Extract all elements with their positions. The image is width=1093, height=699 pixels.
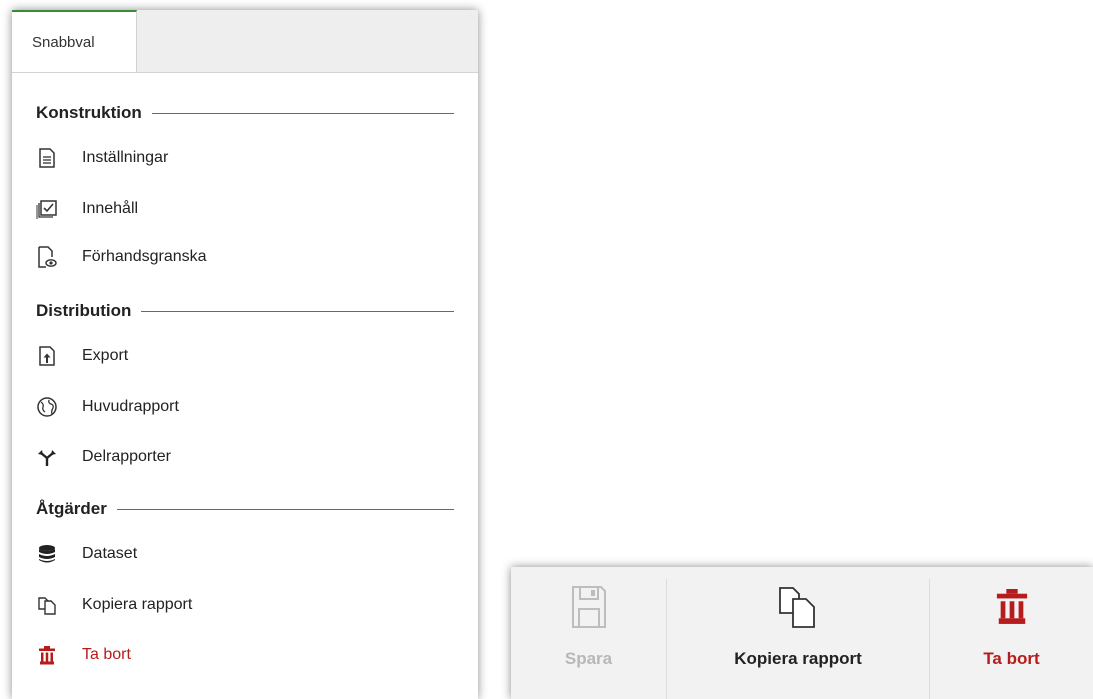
copy-report-button[interactable]: Kopiera rapport: [667, 567, 929, 699]
tab-bar: Snabbval: [12, 10, 478, 73]
menu-item-innehall[interactable]: Innehåll: [36, 196, 436, 222]
tab-label: Snabbval: [32, 34, 95, 51]
menu-item-label: Dataset: [82, 545, 138, 562]
section-distribution: Distribution: [36, 300, 454, 322]
menu-item-label: Huvudrapport: [82, 398, 179, 415]
save-button[interactable]: Spara: [511, 567, 666, 699]
menu-item-kopiera-rapport[interactable]: Kopiera rapport: [36, 592, 436, 618]
section-title: Distribution: [36, 301, 132, 320]
menu-item-label: Export: [82, 347, 129, 364]
menu-item-label: Förhandsgranska: [82, 248, 207, 265]
section-konstruktion: Konstruktion: [36, 102, 454, 124]
floppy-disk-icon: [511, 585, 666, 629]
menu-item-label: Kopiera rapport: [82, 596, 193, 613]
action-toolbar: Spara Kopiera rapport Ta bort: [511, 567, 1093, 699]
export-icon: [36, 345, 58, 367]
menu-item-label: Delrapporter: [82, 448, 171, 465]
checklist-icon: [36, 198, 58, 220]
globe-icon: [36, 396, 58, 418]
section-divider: [151, 112, 454, 114]
menu-item-label: Innehåll: [82, 200, 139, 217]
copy-icon: [36, 594, 58, 616]
menu-item-huvudrapport[interactable]: Huvudrapport: [36, 394, 436, 420]
menu-item-label: Inställningar: [82, 149, 169, 166]
delete-button-label: Ta bort: [983, 649, 1040, 668]
trash-icon: [36, 644, 58, 666]
section-title: Konstruktion: [36, 103, 142, 122]
section-divider: [116, 508, 454, 510]
trash-icon: [930, 585, 1093, 627]
split-icon: [36, 446, 58, 468]
menu-item-export[interactable]: Export: [36, 343, 436, 369]
preview-icon: [36, 246, 58, 268]
copy-report-button-label: Kopiera rapport: [734, 649, 862, 668]
copy-icon: [667, 585, 929, 629]
delete-button[interactable]: Ta bort: [930, 567, 1093, 699]
menu-item-label: Ta bort: [82, 646, 131, 663]
tab-snabbval[interactable]: Snabbval: [12, 10, 137, 72]
menu-item-forhandsgranska[interactable]: Förhandsgranska: [36, 244, 436, 270]
menu-item-dataset[interactable]: Dataset: [36, 541, 436, 567]
save-button-label: Spara: [564, 649, 613, 668]
document-icon: [36, 147, 58, 169]
quick-actions-panel: Snabbval Konstruktion Inställningar Inne…: [12, 10, 478, 699]
menu-item-ta-bort[interactable]: Ta bort: [36, 642, 436, 668]
section-atgarder: Åtgärder: [36, 498, 454, 520]
database-icon: [36, 543, 58, 565]
section-divider: [141, 310, 454, 312]
section-title: Åtgärder: [36, 499, 107, 518]
menu-item-installningar[interactable]: Inställningar: [36, 145, 436, 171]
menu-item-delrapporter[interactable]: Delrapporter: [36, 444, 436, 470]
